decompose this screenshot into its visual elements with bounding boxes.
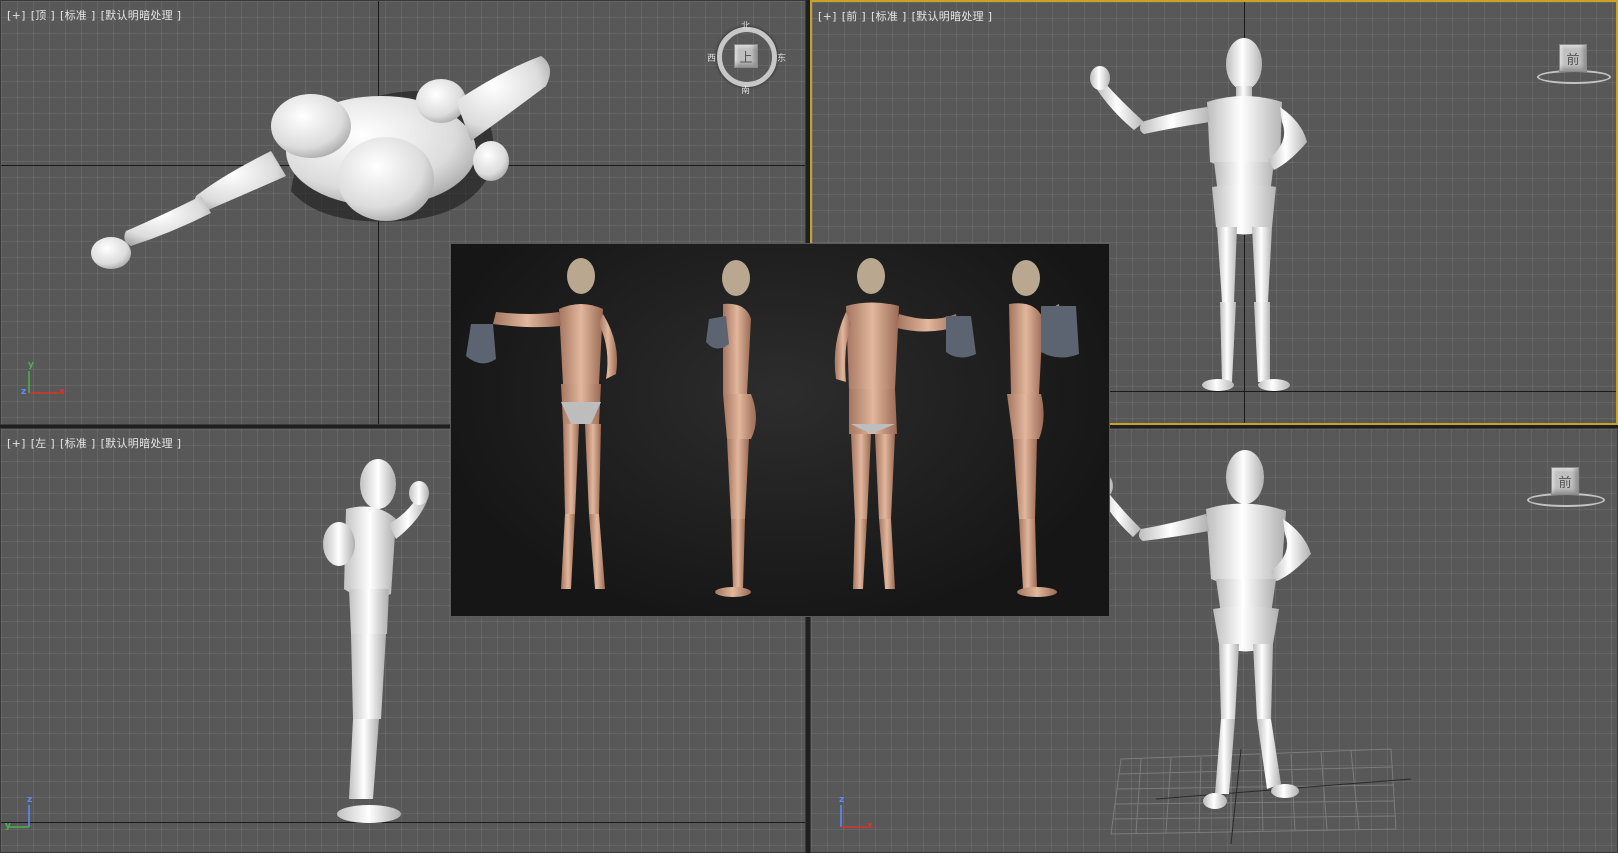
home-grid: [1110, 748, 1412, 845]
reference-figure-front: [466, 258, 618, 589]
axis-tripod-perspective: z x: [829, 795, 873, 835]
viewcube-perspective[interactable]: 前: [1527, 463, 1605, 507]
axis-x-label: x: [59, 387, 65, 397]
viewcube-face[interactable]: 上: [734, 44, 758, 68]
axis-y-label: y: [5, 821, 11, 831]
viewcube-ring[interactable]: [1537, 70, 1611, 84]
reference-figure-back: [834, 258, 976, 589]
axis-y-label: y: [28, 360, 34, 370]
compass-west-label: 西: [707, 54, 717, 64]
viewcube-face[interactable]: 前: [1559, 44, 1587, 72]
compass-north-label: 北: [741, 22, 751, 32]
viewcube-ring[interactable]: [1527, 493, 1605, 507]
reference-image-overlay: [450, 243, 1110, 617]
axis-z-label: z: [27, 795, 33, 805]
viewcube-top[interactable]: 上 北 南 东 西: [707, 22, 786, 96]
axis-tripod-left: z y: [5, 795, 45, 835]
compass-east-label: 东: [777, 54, 787, 64]
viewcube-face[interactable]: 前: [1551, 467, 1579, 495]
reference-figure-side-raised: [1007, 260, 1079, 597]
axis-z-label: z: [21, 387, 27, 397]
axis-z-label: z: [839, 795, 845, 805]
axis-x-label: x: [867, 821, 873, 831]
compass-south-label: 南: [741, 86, 751, 96]
reference-figure-side: [706, 260, 756, 597]
viewcube-front[interactable]: 前: [1537, 40, 1611, 84]
reference-figures: [466, 258, 1079, 597]
axis-tripod-top: y x z: [19, 360, 65, 403]
